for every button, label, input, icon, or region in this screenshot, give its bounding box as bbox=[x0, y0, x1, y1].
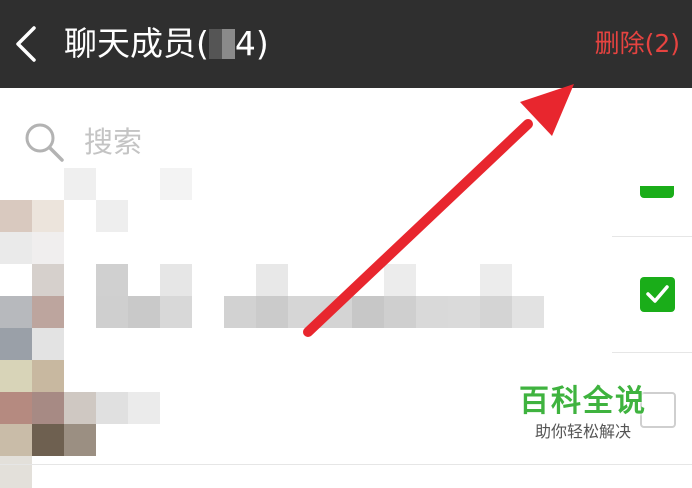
blurred-pixel bbox=[448, 296, 480, 328]
blurred-pixel bbox=[352, 296, 384, 328]
blurred-pixel bbox=[0, 456, 32, 488]
search-bar[interactable] bbox=[0, 100, 692, 186]
blurred-pixel bbox=[32, 296, 64, 328]
title-text: 聊天成员( bbox=[64, 24, 209, 63]
blurred-pixel bbox=[96, 392, 128, 424]
blurred-pixel bbox=[224, 296, 256, 328]
blurred-pixel bbox=[64, 168, 96, 200]
blurred-pixel bbox=[128, 296, 160, 328]
blurred-pixel bbox=[32, 328, 64, 360]
blurred-pixel bbox=[288, 296, 320, 328]
blurred-pixel bbox=[384, 296, 416, 328]
blurred-pixel bbox=[0, 360, 32, 392]
blurred-pixel bbox=[0, 424, 32, 456]
blurred-pixel bbox=[480, 296, 512, 328]
watermark: 百科全说 助你轻松解决 bbox=[508, 384, 658, 444]
row-divider bbox=[612, 352, 692, 353]
search-input[interactable] bbox=[84, 120, 504, 164]
blurred-pixel bbox=[480, 264, 512, 296]
watermark-title: 百科全说 bbox=[519, 384, 647, 419]
top-bar: 聊天成员( 4) 删除(2) bbox=[0, 0, 692, 88]
blurred-pixel bbox=[0, 392, 32, 424]
blurred-pixel bbox=[32, 264, 64, 296]
blurred-pixel bbox=[160, 296, 192, 328]
blurred-pixel bbox=[64, 392, 96, 424]
blurred-pixel bbox=[256, 296, 288, 328]
blurred-pixel bbox=[32, 424, 64, 456]
blurred-pixel bbox=[32, 232, 64, 264]
blurred-pixel bbox=[32, 360, 64, 392]
blurred-pixel bbox=[416, 296, 448, 328]
back-button[interactable] bbox=[8, 20, 48, 68]
blurred-pixel bbox=[32, 200, 64, 232]
member-checkbox[interactable] bbox=[640, 186, 674, 198]
delete-button[interactable]: 删除(2) bbox=[595, 24, 680, 64]
member-checkbox[interactable] bbox=[640, 277, 675, 312]
blurred-pixel bbox=[64, 424, 96, 456]
page-title: 聊天成员( 4) bbox=[64, 20, 269, 68]
blurred-pixel bbox=[32, 392, 64, 424]
title-suffix: 4) bbox=[234, 24, 269, 63]
blurred-pixel bbox=[96, 296, 128, 328]
row-divider bbox=[0, 464, 692, 465]
blurred-pixel bbox=[512, 296, 544, 328]
blurred-pixel bbox=[96, 264, 128, 296]
checkmark-icon bbox=[646, 285, 669, 303]
search-icon bbox=[25, 123, 64, 162]
blurred-pixel bbox=[0, 296, 32, 328]
blurred-pixel bbox=[160, 168, 192, 200]
member-count-mask bbox=[208, 29, 235, 59]
blurred-pixel bbox=[128, 392, 160, 424]
blurred-pixel bbox=[320, 296, 352, 328]
blurred-pixel bbox=[0, 232, 32, 264]
blurred-pixel bbox=[256, 264, 288, 296]
watermark-subtitle: 助你轻松解决 bbox=[534, 422, 631, 441]
blurred-pixel bbox=[160, 264, 192, 296]
row-divider bbox=[612, 236, 692, 237]
blurred-pixel bbox=[0, 200, 32, 232]
blurred-pixel bbox=[0, 328, 32, 360]
blurred-pixel bbox=[384, 264, 416, 296]
chevron-left-icon bbox=[16, 26, 36, 62]
blurred-pixel bbox=[96, 200, 128, 232]
